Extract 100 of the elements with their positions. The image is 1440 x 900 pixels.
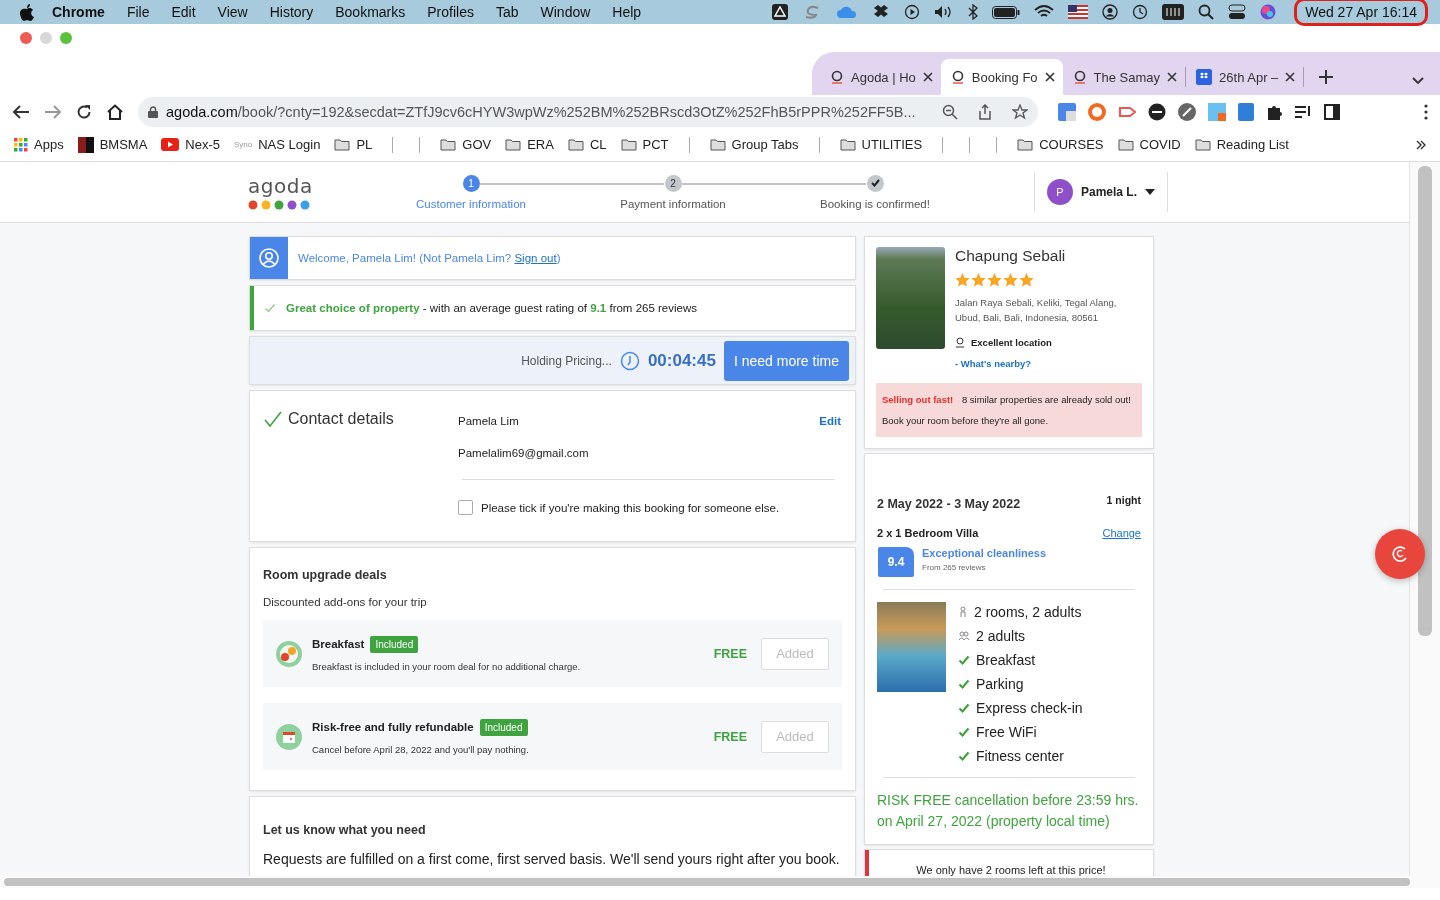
edit-link[interactable]: Edit [819,415,841,427]
step-number: 1 [462,174,480,192]
score-badge: 9.4 [878,547,914,577]
folder-icon [1017,138,1034,151]
address-bar[interactable]: agoda.com/book/?cnty=192&secdat=ZTfJ9cv6cHYW3wpWz%252BM%252BRscd3OtZ%252FhB5rPPR%252FF5B... [138,96,1038,127]
close-icon[interactable] [922,72,933,82]
puzzle-icon[interactable] [1266,103,1282,120]
user-name[interactable]: Pamela L. [1081,185,1138,199]
menu-item[interactable]: Tab [484,4,530,20]
menu-item[interactable]: Profiles [416,4,485,20]
browser-tab[interactable]: Booking Fo [940,59,1063,95]
close-icon[interactable] [1044,72,1055,82]
browser-tab[interactable]: The Samay [1062,59,1186,95]
menu-item[interactable]: Window [529,4,602,20]
bookmark[interactable]: Reading List [1216,137,1289,152]
bookmark[interactable]: COVID [1139,137,1181,152]
close-icon[interactable] [1167,72,1178,82]
close-icon[interactable] [1285,72,1296,82]
amenity: Fitness center [976,747,1064,764]
site-logo-text: Syno [234,140,253,149]
bookmark[interactable]: ERA [527,137,554,152]
bookmark[interactable]: Group Tabs [731,137,799,152]
nights: 1 night [1106,494,1141,506]
bookmark[interactable]: PL [356,137,373,152]
bookmark[interactable]: UTILITIES [861,137,923,152]
playlist-icon[interactable] [1294,103,1312,120]
caret-icon[interactable] [1145,189,1156,195]
apple-logo-icon[interactable] [20,3,34,21]
menu-item[interactable]: Help [601,4,653,20]
folder-icon [505,138,522,151]
checkbox[interactable] [458,500,473,515]
s-circle-icon[interactable] [1088,102,1106,121]
section-subtitle: Discounted add-ons for your trip [263,596,428,608]
star-icon [971,273,986,287]
bookmark[interactable]: GOV [462,137,492,152]
location-label: Excellent location [971,337,1052,348]
lock-icon [148,105,158,118]
book-icon[interactable] [1238,102,1254,121]
avatar[interactable]: P [1047,179,1073,205]
bookmark[interactable]: Nex-5 [185,137,220,152]
upgrade-description: Cancel before April 28, 2022 and you'll pay nothing. [312,743,530,755]
bookmark[interactable]: NAS Login [258,137,321,152]
forward-icon[interactable] [44,103,62,120]
share-icon[interactable] [978,103,992,120]
close-window-button[interactable] [20,32,32,44]
side-panel-icon[interactable] [1324,103,1340,120]
folder-icon [709,138,726,151]
back-icon[interactable] [12,103,30,120]
bookmark[interactable]: CL [589,137,607,152]
logo-wordmark[interactable]: agoda [248,174,368,197]
amenity: Parking [976,675,1024,692]
spy-icon[interactable] [1148,102,1166,121]
menu-item[interactable]: Chrome [34,4,116,20]
bookmark[interactable]: Apps [34,137,64,152]
apps-grid-icon [14,137,28,152]
double-chevron-icon[interactable] [1416,139,1426,150]
stay-dates: 2 May 2022 - 3 May 2022 [877,497,1021,511]
bluetooth-icon [968,4,979,20]
menu-item[interactable]: File [115,4,161,20]
zoom-out-icon[interactable] [942,103,958,120]
amenity: 2 rooms, 2 adults [974,603,1082,620]
amenity: Express check-in [976,699,1083,716]
price: FREE [713,646,747,661]
reload-icon[interactable] [76,103,92,120]
star-outline-icon[interactable] [1012,103,1028,120]
people-icon [958,629,970,642]
orb-icon [1260,4,1277,20]
translate-icon[interactable] [1058,102,1076,121]
new-tab-icon[interactable] [1318,69,1335,85]
bookmark[interactable]: PCT [642,137,669,152]
home-icon[interactable] [106,103,124,120]
welcome-text: Welcome, Pamela Lim! (Not Pamela Lim? Sign out) [298,252,561,264]
menu-item[interactable]: View [206,4,259,20]
kebab-menu-icon[interactable] [1424,103,1428,120]
cancellation-note: RISK FREE cancellation before 23:59 hrs. on April 27, 2022 (property local time) [877,791,1140,831]
more-time-button[interactable]: I need more time [723,340,849,381]
user-circle-icon [1102,4,1119,20]
brush-circle-icon[interactable] [1178,102,1196,121]
menu-item[interactable]: Edit [160,4,207,20]
bookmark[interactable]: BMSMA [99,137,148,152]
nearby-link[interactable]: - What's nearby? [955,358,1142,369]
browser-tab[interactable]: Agoda | Ho [820,59,941,95]
step-label: Customer information [416,197,526,210]
star-icon [987,273,1002,287]
fist-icon[interactable] [1208,102,1226,121]
sign-out-link[interactable]: Sign out [514,252,557,264]
section-title: Let us know what you need [263,823,427,837]
checkbox-label[interactable]: Please tick if you're making this booking for someone else. [481,501,780,514]
browser-tab[interactable]: 26th Apr – [1186,59,1304,95]
menu-item[interactable]: Bookmarks [324,4,417,20]
hotel-name: Chapung Sebali [955,247,1067,265]
box-favicon-icon [1196,69,1213,85]
bookmark[interactable]: COURSES [1039,137,1104,152]
clock[interactable]: Wed 27 Apr 16:14 [1294,0,1428,26]
change-link[interactable]: Change [1102,527,1141,539]
chevron-down-icon[interactable] [1412,77,1424,85]
keyboard-icon [1162,4,1185,20]
star-icon [1003,273,1018,287]
timer-label: Holding Pricing... [521,353,612,368]
menu-item[interactable]: History [258,4,325,20]
